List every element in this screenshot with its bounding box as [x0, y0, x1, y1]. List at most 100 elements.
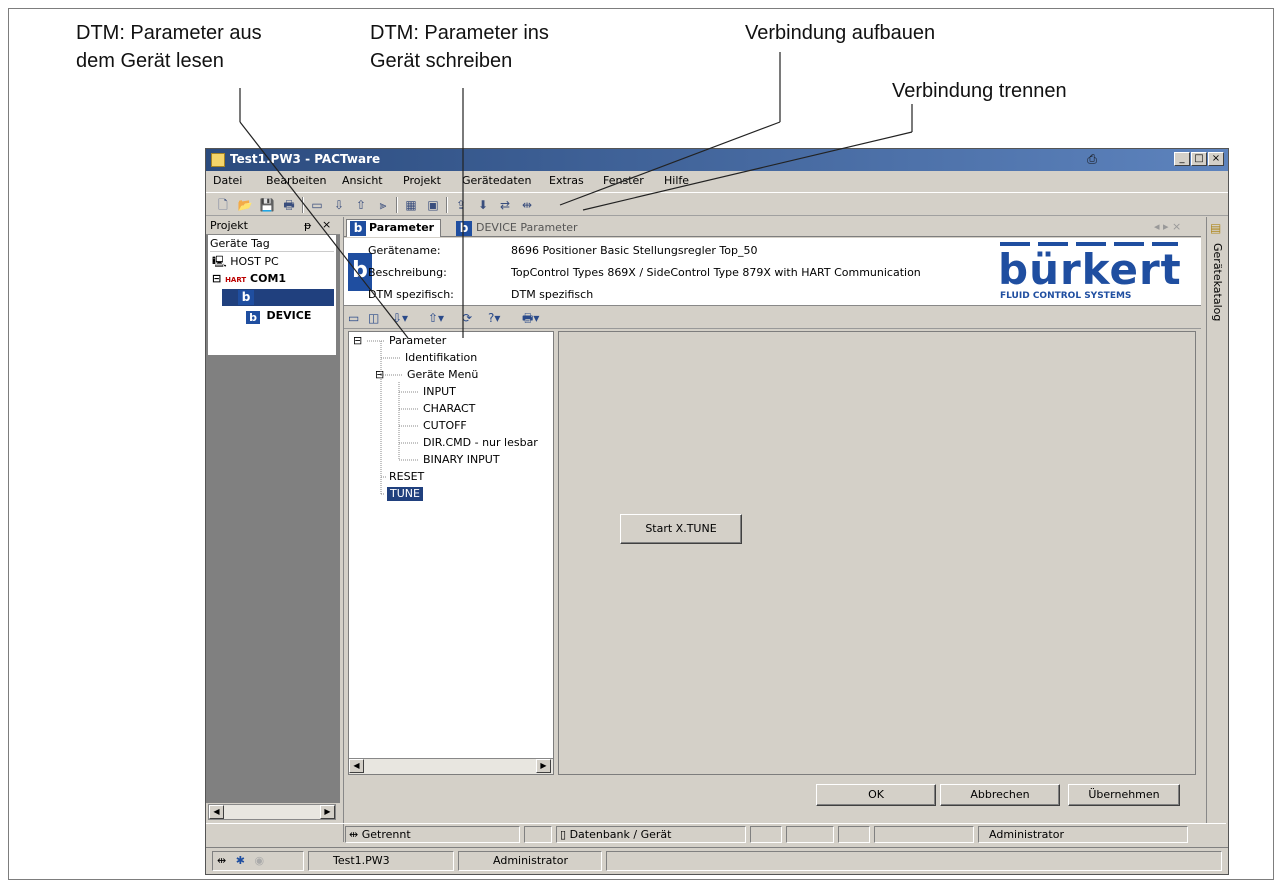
status-empty-cell [838, 826, 870, 843]
task-icons: ⇹ ✱ ◉ [212, 851, 304, 871]
status-user: Administrator [978, 826, 1188, 843]
project-view-icon[interactable]: ▣ [424, 196, 442, 214]
ok-button[interactable]: OK [816, 784, 936, 806]
minimize-button[interactable]: _ [1174, 152, 1190, 166]
database-icon: ▯ [560, 828, 567, 841]
tab-b-icon: b [456, 221, 472, 236]
connect-icon[interactable]: ⇄ [496, 196, 514, 214]
window-layout-icon[interactable]: ▭ [308, 196, 326, 214]
tab-device-parameter-label: DEVICE Parameter [476, 221, 578, 234]
device-header: b Gerätename: 8696 Positioner Basic Stel… [344, 238, 1201, 306]
pane-close-icon[interactable]: × [322, 218, 331, 231]
apply-button[interactable]: Übernehmen [1068, 784, 1180, 806]
callout-read-params-line1: DTM: Parameter aus [76, 22, 262, 44]
status-source: ▯ Datenbank / Gerät [556, 826, 746, 843]
cancel-button[interactable]: Abbrechen [940, 784, 1060, 806]
write-params-icon[interactable]: ⇧▾ [428, 309, 444, 327]
tree-item-device[interactable]: b DEVICE [246, 308, 311, 324]
disconnected-icon: ⇹ [349, 828, 359, 841]
project-pane-title: Projekt [210, 219, 248, 232]
column-header-geraete-tag[interactable]: Geräte Tag [210, 236, 334, 252]
project-tree-area: Geräte Tag 🖳 HOST PC ⊟ HART COM1 b b DEV… [206, 235, 340, 803]
tab-navigation[interactable]: ◂ ▸ × [1154, 220, 1181, 233]
device-name-label: Gerätename: [368, 244, 441, 257]
device-catalog-label[interactable]: Gerätekatalog [1211, 243, 1224, 321]
device-catalog-dock[interactable]: ▤ Gerätekatalog [1206, 217, 1228, 823]
upload-icon[interactable]: ⇪ [452, 196, 470, 214]
tree-scroll-right-icon[interactable]: ▶ [536, 759, 551, 773]
host-label: HOST PC [230, 255, 279, 268]
main-toolbar: 🗋 📂 💾 🖶 ▭ ⇩ ⇧ ⫸ ▦ ▣ ⇪ ⬇ ⇄ ⇹ [206, 192, 1228, 216]
print-icon[interactable]: ⎙ [1083, 152, 1101, 167]
lock-icon[interactable]: ◉ [254, 854, 264, 867]
layout-split-icon[interactable]: ◫ [368, 309, 379, 327]
callout-read-params-line2: dem Gerät lesen [76, 50, 224, 72]
status-connection: ⇹ Getrennt [345, 826, 520, 843]
parameter-tree: ⊟ Parameter Identifikation ⊟ Geräte Menü… [348, 331, 554, 775]
project-hscrollbar[interactable]: ◀ ▶ [208, 804, 336, 820]
maximize-button[interactable]: □ [1191, 152, 1207, 166]
toolbar-separator [302, 197, 304, 213]
device-catalog-icon[interactable]: ▦ [402, 196, 420, 214]
tree-hscrollbar[interactable]: ◀ ▶ [349, 758, 553, 774]
title-bar: Test1.PW3 - PACTware ⎙ _ □ × [206, 149, 1228, 171]
new-file-icon[interactable]: 🗋 [214, 196, 232, 214]
menu-projekt[interactable]: Projekt [403, 174, 441, 187]
project-pane: Projekt ᵽ × Geräte Tag 🖳 HOST PC ⊟ HART … [206, 217, 340, 823]
collapse-icon[interactable]: ⊟ [212, 272, 221, 285]
close-button[interactable]: × [1208, 152, 1224, 166]
menu-bearbeiten[interactable]: Bearbeiten [266, 174, 326, 187]
menu-geraetedaten[interactable]: Gerätedaten [462, 174, 531, 187]
write-device-icon[interactable]: ⇧ [352, 196, 370, 214]
pactware-window: Test1.PW3 - PACTware ⎙ _ □ × Datei Bearb… [205, 148, 1229, 875]
menu-extras[interactable]: Extras [549, 174, 584, 187]
start-xtune-button[interactable]: Start X.TUNE [620, 514, 742, 544]
device-label: DEVICE [266, 309, 312, 322]
menu-hilfe[interactable]: Hilfe [664, 174, 689, 187]
description-label: Beschreibung: [368, 266, 447, 279]
open-file-icon[interactable]: 📂 [236, 196, 254, 214]
project-tree: Geräte Tag 🖳 HOST PC ⊟ HART COM1 b b DEV… [208, 235, 336, 355]
tab-device-parameter[interactable]: b DEVICE Parameter [454, 220, 584, 236]
computer-icon: 🖳 [212, 255, 227, 268]
pin-icon[interactable]: ᵽ [304, 219, 311, 232]
scroll-left-icon[interactable]: ◀ [209, 805, 224, 819]
disconnect-icon[interactable]: ⇹ [518, 196, 536, 214]
scroll-right-icon[interactable]: ▶ [320, 805, 335, 819]
task-user: Administrator [458, 851, 602, 871]
read-params-icon[interactable]: ⇩▾ [392, 309, 408, 327]
menu-datei[interactable]: Datei [213, 174, 242, 187]
save-icon[interactable]: 💾 [258, 196, 276, 214]
online-compare-icon[interactable]: ⫸ [374, 196, 392, 214]
task-file: Test1.PW3 [308, 851, 454, 871]
help-icon[interactable]: ?▾ [488, 309, 500, 327]
status-empty-cell [750, 826, 782, 843]
dtm-toolbar: ▭ ◫ ⇩▾ ⇧▾ ⟳ ?▾ 🖶▾ [344, 307, 1201, 329]
menu-ansicht[interactable]: Ansicht [342, 174, 383, 187]
read-device-icon[interactable]: ⇩ [330, 196, 348, 214]
project-pane-header: Projekt ᵽ × [206, 217, 340, 235]
tree-item-selected[interactable]: b [222, 289, 334, 306]
connection-icon[interactable]: ⇹ [217, 854, 226, 867]
tree-scroll-left-icon[interactable]: ◀ [349, 759, 364, 773]
tab-parameter[interactable]: b Parameter [346, 219, 442, 237]
menu-fenster[interactable]: Fenster [603, 174, 644, 187]
logo-text: bürkert [998, 245, 1182, 294]
refresh-icon[interactable]: ⟳ [462, 309, 472, 327]
tree-item-host[interactable]: 🖳 HOST PC [212, 254, 279, 270]
print-preview-icon[interactable]: 🖶 [280, 196, 298, 214]
burkert-logo: bürkert FLUID CONTROL SYSTEMS [996, 241, 1184, 303]
burkert-b-icon: b [238, 290, 254, 305]
star-icon[interactable]: ✱ [236, 854, 245, 867]
callout-write-params-line1: DTM: Parameter ins [370, 22, 549, 44]
download-icon[interactable]: ⬇ [474, 196, 492, 214]
status-empty-cell [786, 826, 834, 843]
print-icon[interactable]: 🖶▾ [522, 309, 539, 327]
dtm-value: DTM spezifisch [511, 288, 594, 301]
dtm-label: DTM spezifisch: [368, 288, 454, 301]
com-label: COM1 [250, 272, 287, 285]
layout-single-icon[interactable]: ▭ [348, 309, 359, 327]
status-bar: ⇹ Getrennt ▯ Datenbank / Gerät Administr… [206, 823, 1226, 843]
status-connection-text: Getrennt [361, 828, 411, 841]
tree-item-com1[interactable]: ⊟ HART COM1 [212, 271, 286, 287]
